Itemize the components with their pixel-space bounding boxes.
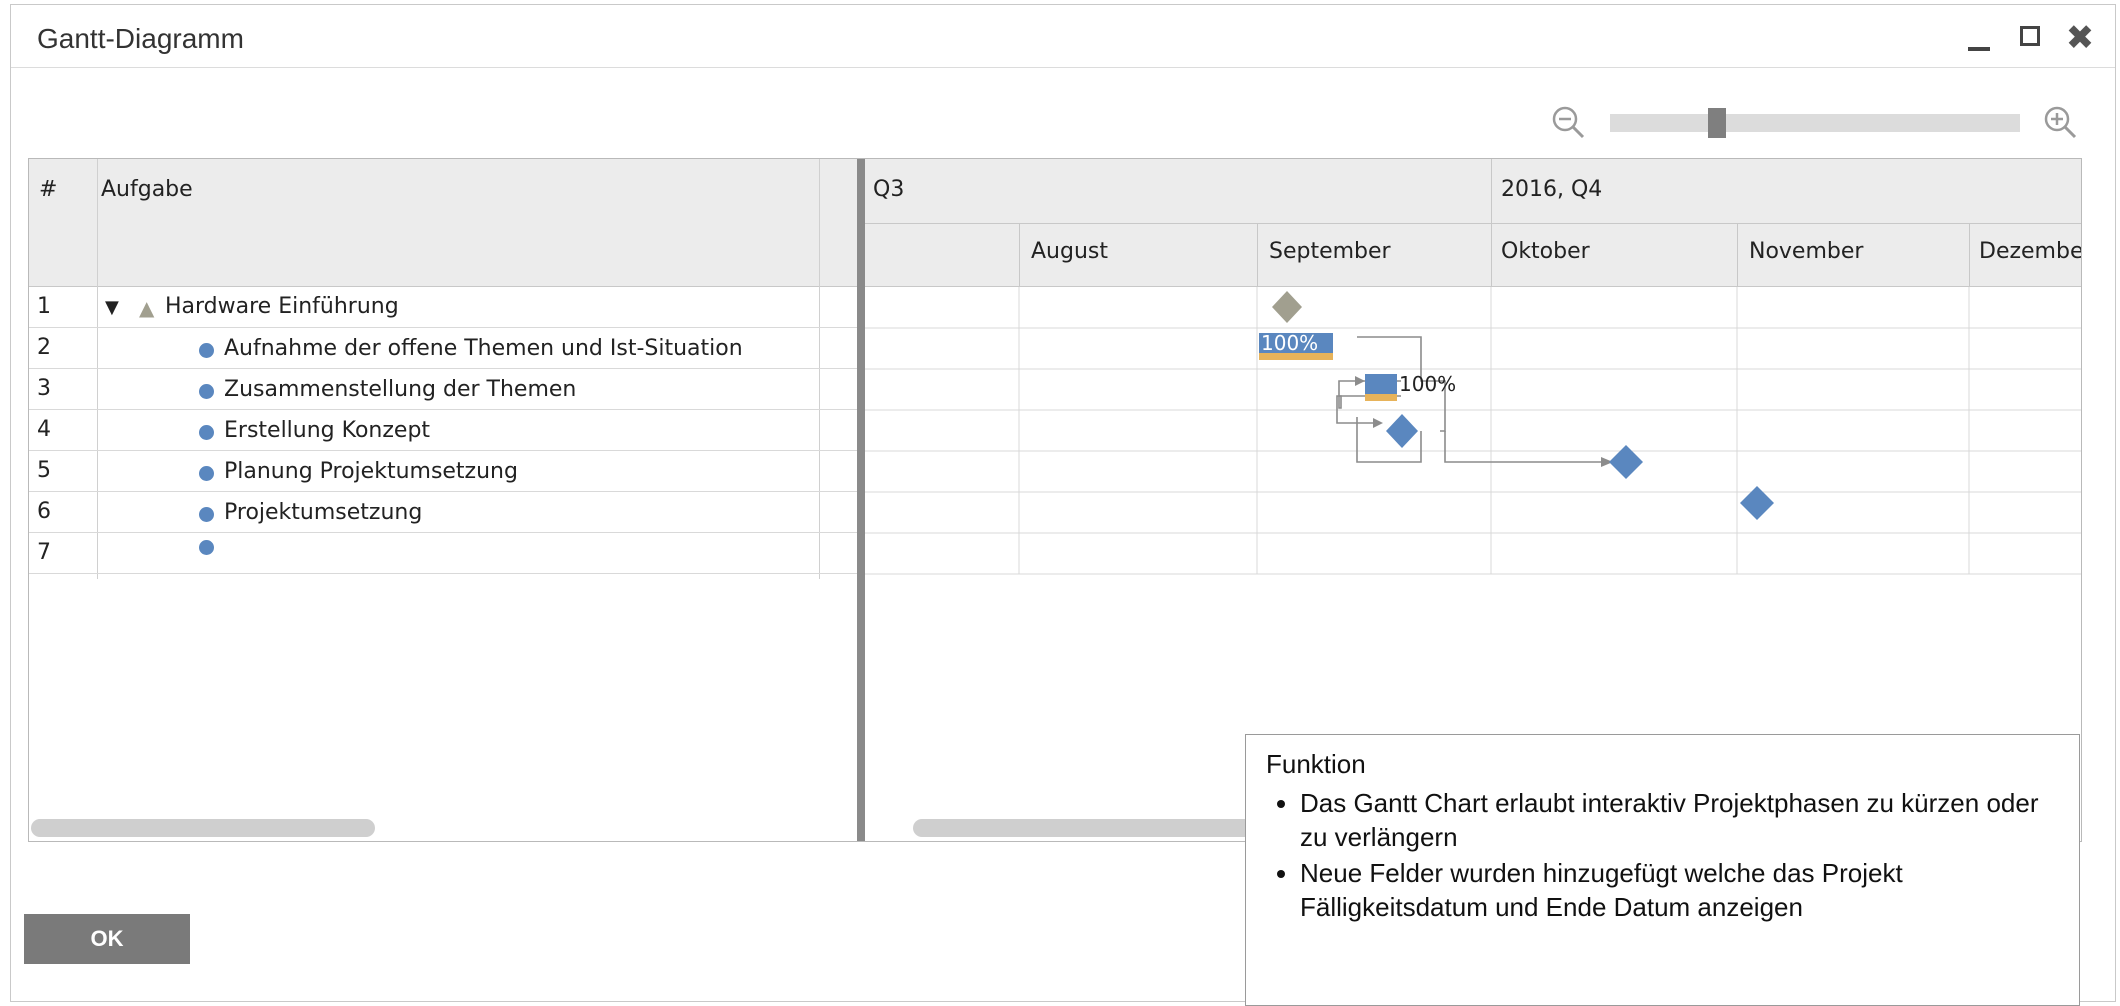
zoom-out-icon[interactable] [1550, 104, 1586, 140]
table-row[interactable]: 1 ▼ ▲ Hardware Einführung [29, 287, 857, 328]
task-table: # Aufgabe 1 ▼ ▲ Hardware Einführung 2 Au… [29, 159, 857, 841]
task-name: Erstellung Konzept [224, 418, 431, 443]
task-dot-icon [199, 540, 214, 555]
task-table-header: # Aufgabe [29, 159, 857, 287]
info-callout: Funktion Das Gantt Chart erlaubt interak… [1245, 734, 2080, 1006]
row-number: 6 [37, 499, 51, 524]
callout-bullet: Das Gantt Chart erlaubt interaktiv Proje… [1300, 786, 2059, 854]
left-horizontal-scrollbar[interactable] [31, 819, 375, 837]
header-task: Aufgabe [101, 177, 193, 202]
task-name: Hardware Einführung [165, 294, 399, 319]
month-label: September [1269, 239, 1391, 264]
maximize-icon[interactable] [2015, 21, 2049, 55]
zoom-slider-thumb[interactable] [1708, 108, 1726, 138]
task-dot-icon [199, 425, 214, 440]
task-dot-icon [199, 384, 214, 399]
title-bar: Gantt-Diagramm ✖ [11, 5, 2115, 68]
minimize-icon[interactable] [1963, 21, 1997, 55]
task-dot-icon [199, 507, 214, 522]
quarter-label: Q3 [873, 177, 905, 202]
zoom-slider-track[interactable] [1610, 114, 2020, 132]
callout-bullet: Neue Felder wurden hinzugefügt welche da… [1300, 856, 2059, 924]
ok-button[interactable]: OK [24, 914, 190, 964]
header-number: # [39, 177, 58, 202]
task-name: Projektumsetzung [224, 500, 423, 525]
row-number: 3 [37, 376, 51, 401]
progress-label: 100% [1399, 372, 1456, 396]
progress-bar [1365, 394, 1397, 401]
row-number: 2 [37, 335, 51, 360]
zoom-in-icon[interactable] [2042, 104, 2078, 140]
month-label: August [1031, 239, 1108, 264]
row-number: 7 [37, 540, 51, 565]
task-milestone[interactable] [1609, 445, 1643, 479]
pane-splitter[interactable] [857, 159, 865, 841]
task-milestone[interactable] [1386, 414, 1418, 448]
callout-heading: Funktion [1266, 749, 1366, 779]
row-number: 1 [37, 294, 51, 319]
progress-label: 100% [1261, 331, 1318, 355]
month-label: November [1749, 239, 1864, 264]
task-name: Planung Projektumsetzung [224, 459, 518, 484]
table-row[interactable]: 4 Erstellung Konzept [29, 410, 857, 451]
callout-list: Das Gantt Chart erlaubt interaktiv Proje… [1266, 786, 2059, 924]
timeline-grid: 100% 100% [865, 287, 2081, 575]
row-number: 4 [37, 417, 51, 442]
table-row[interactable]: 6 Projektumsetzung [29, 492, 857, 533]
task-dot-icon [199, 343, 214, 358]
dialog-title: Gantt-Diagramm [37, 23, 244, 54]
table-row[interactable]: 2 Aufnahme der offene Themen und Ist-Sit… [29, 328, 857, 369]
zoom-control [1540, 102, 2080, 142]
table-row[interactable]: 3 Zusammenstellung der Themen [29, 369, 857, 410]
summary-task-icon: ▲ [139, 296, 155, 320]
task-milestone[interactable] [1740, 486, 1774, 520]
row-number: 5 [37, 458, 51, 483]
timeline-header: Q3 2016, Q4 August September Oktober Nov… [865, 159, 2081, 287]
month-label: Dezember [1979, 239, 2081, 264]
table-row[interactable]: 7 [29, 533, 857, 574]
summary-milestone[interactable] [1272, 291, 1302, 323]
task-name: Aufnahme der offene Themen und Ist-Situa… [224, 336, 743, 361]
month-label: Oktober [1501, 239, 1590, 264]
task-bar[interactable] [1365, 374, 1397, 394]
close-icon[interactable]: ✖ [2063, 21, 2097, 55]
task-name: Zusammenstellung der Themen [224, 377, 577, 402]
quarter-label: 2016, Q4 [1501, 177, 1603, 202]
collapse-arrow-icon[interactable]: ▼ [105, 297, 119, 318]
table-row[interactable]: 5 Planung Projektumsetzung [29, 451, 857, 492]
task-dot-icon [199, 466, 214, 481]
